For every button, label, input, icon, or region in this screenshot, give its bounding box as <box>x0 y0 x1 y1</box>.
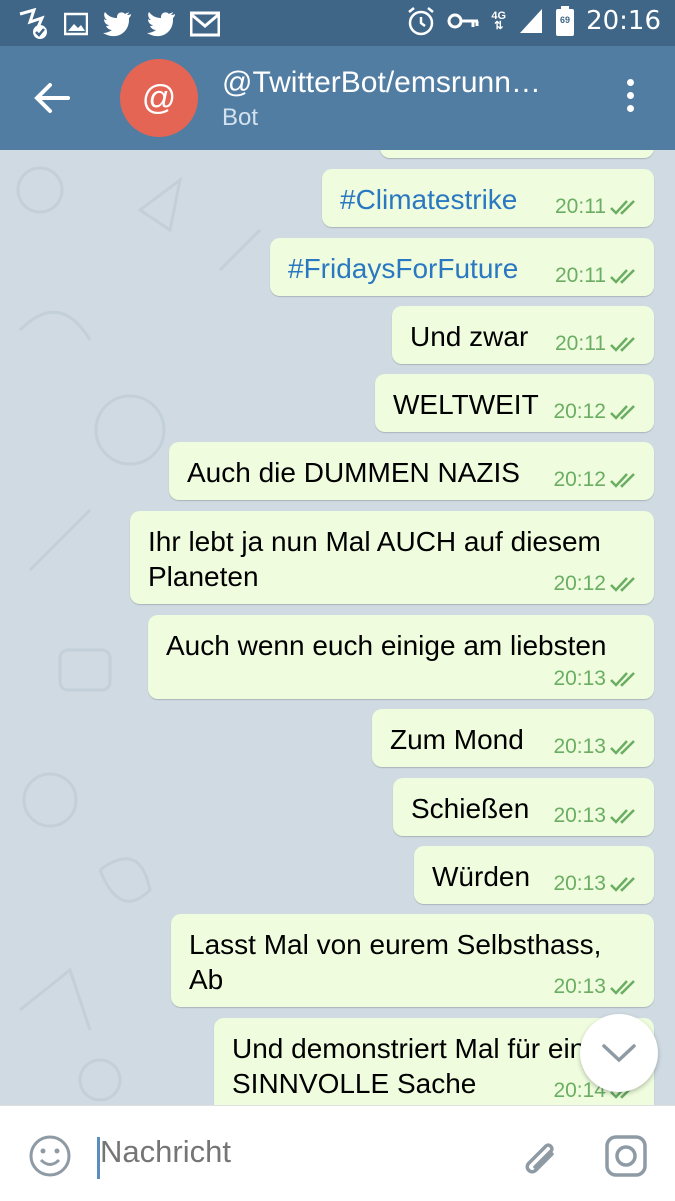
message-input[interactable] <box>100 1134 480 1170</box>
message-text: Schießen <box>411 793 530 824</box>
message-meta: 20:11 <box>555 332 640 356</box>
message-meta: 20:11 <box>555 264 640 288</box>
message-time: 20:13 <box>553 804 606 827</box>
vpn-key-icon <box>447 13 479 29</box>
message-bubble[interactable]: Schießen 20:13 <box>393 778 654 836</box>
chat-title[interactable]: @TwitterBot/emsrunn… <box>222 66 587 100</box>
message-time: 20:13 <box>553 667 606 690</box>
message-text: Zum Mond <box>390 724 524 755</box>
battery-level: 69 <box>560 15 571 25</box>
message-text: Auch die DUMMEN NAZIS <box>187 457 520 488</box>
emoji-icon[interactable] <box>28 1134 72 1178</box>
message-text: Auch wenn euch einige am liebsten <box>166 630 607 661</box>
avatar[interactable]: @ <box>120 59 198 137</box>
message-bubble[interactable]: #Climatestrike 20:11 <box>322 169 654 227</box>
message-time: 20:12 <box>553 468 606 491</box>
read-ticks-icon <box>610 672 635 687</box>
read-ticks-icon <box>610 269 635 284</box>
message-bubble[interactable]: Würden 20:13 <box>414 846 654 904</box>
clock: 20:16 <box>586 6 661 36</box>
message-meta: 20:12 <box>553 468 640 492</box>
message-text[interactable]: #Climatestrike <box>340 184 517 215</box>
message-list[interactable]: #Climatestrike 20:11 #FridaysForFuture 2… <box>0 150 675 1105</box>
message-text[interactable]: #FridaysForFuture <box>288 253 518 284</box>
message-time: 20:13 <box>553 872 606 895</box>
message-meta: 20:13 <box>553 735 640 759</box>
twitter-icon <box>103 12 131 37</box>
more-options-icon[interactable] <box>616 79 644 119</box>
message-text: Und zwar <box>410 321 529 352</box>
message-meta: 20:11 <box>555 195 640 219</box>
alarm-icon <box>408 7 435 36</box>
read-ticks-icon <box>610 980 635 995</box>
message-bubble-partial[interactable] <box>380 150 654 158</box>
message-text: Und demonstriert Mal für eine SINNVOLLE … <box>232 1033 601 1099</box>
read-ticks-icon <box>610 809 635 824</box>
messenger-check-icon <box>19 8 47 39</box>
message-time: 20:11 <box>555 195 606 218</box>
message-bubble[interactable]: WELTWEIT 20:12 <box>375 374 654 432</box>
message-text: Würden <box>432 861 531 892</box>
message-meta: 20:13 <box>553 804 640 828</box>
read-ticks-icon <box>610 337 635 352</box>
message-bubble[interactable]: Ihr lebt ja nun Mal AUCH auf diesem Plan… <box>130 511 654 604</box>
message-text: Lasst Mal von eurem Selbsthass, Ab <box>189 929 602 995</box>
message-time: 20:13 <box>553 975 606 998</box>
back-arrow-icon[interactable] <box>30 76 74 120</box>
message-bubble[interactable]: Auch wenn euch einige am liebsten 20:13 <box>148 615 654 699</box>
message-time: 20:11 <box>555 264 606 287</box>
message-input-bar <box>0 1105 675 1201</box>
message-bubble[interactable]: Lasst Mal von eurem Selbsthass, Ab 20:13 <box>171 914 654 1007</box>
chevron-down-icon <box>602 1044 636 1063</box>
message-time: 20:12 <box>553 400 606 423</box>
chat-subtitle: Bot <box>222 104 259 131</box>
scroll-down-button[interactable] <box>580 1014 658 1092</box>
message-meta: 20:13 <box>553 872 640 896</box>
image-icon <box>64 12 88 36</box>
battery-icon: 69 <box>556 6 575 36</box>
camera-icon[interactable] <box>604 1134 648 1178</box>
signal-icon <box>520 9 543 33</box>
message-text: Ihr lebt ja nun Mal AUCH auf diesem Plan… <box>148 526 601 592</box>
network-type: 4G ⇅ <box>491 10 507 32</box>
chat-header: @ @TwitterBot/emsrunn… Bot <box>0 46 675 150</box>
message-bubble[interactable]: #FridaysForFuture 20:11 <box>270 238 654 296</box>
message-meta: 20:13 <box>553 667 640 691</box>
message-meta: 20:12 <box>553 572 640 596</box>
read-ticks-icon <box>610 740 635 755</box>
message-time: 20:13 <box>553 735 606 758</box>
message-bubble[interactable]: Zum Mond 20:13 <box>372 709 654 767</box>
status-bar: 4G ⇅ 69 20:16 <box>0 0 675 46</box>
system-icons: 4G ⇅ 69 20:16 <box>407 6 661 36</box>
notification-icons <box>16 8 220 40</box>
message-bubble[interactable]: Und zwar 20:11 <box>392 306 654 364</box>
message-text: WELTWEIT <box>393 389 539 420</box>
message-meta: 20:13 <box>553 975 640 999</box>
read-ticks-icon <box>610 200 635 215</box>
gmail-icon <box>190 11 220 37</box>
read-ticks-icon <box>610 405 635 420</box>
message-time: 20:12 <box>553 572 606 595</box>
paperclip-icon[interactable] <box>518 1132 562 1180</box>
read-ticks-icon <box>610 877 635 892</box>
message-bubble[interactable]: Auch die DUMMEN NAZIS 20:12 <box>169 442 654 500</box>
message-time: 20:11 <box>555 332 606 355</box>
read-ticks-icon <box>610 473 635 488</box>
twitter-icon <box>147 12 175 37</box>
read-ticks-icon <box>610 577 635 592</box>
message-meta: 20:12 <box>553 400 640 424</box>
